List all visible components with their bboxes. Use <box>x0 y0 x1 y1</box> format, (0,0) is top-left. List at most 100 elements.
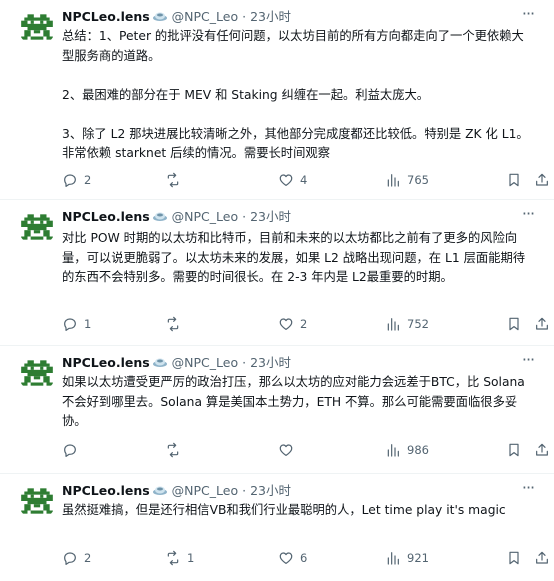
heart-icon <box>279 318 293 330</box>
tweet-text-content: 对比 POW 时期的以太坊和比特币，目前和未来的以太坊都比之前有了更多的风险向量… <box>62 231 526 284</box>
pixel-art-avatar-icon <box>18 482 56 520</box>
lens-emoji-icon <box>152 212 167 221</box>
retweet-icon <box>167 550 179 566</box>
more-icon[interactable]: ··· <box>518 480 538 500</box>
tweet-time[interactable]: 23小时 <box>250 355 291 370</box>
reply-count: 1 <box>84 317 92 331</box>
author-name[interactable]: NPCLeo.lens <box>62 355 150 370</box>
separator-dot: · <box>242 9 247 24</box>
views-count: 765 <box>407 173 429 187</box>
views-count: 921 <box>407 551 429 565</box>
views-count: 986 <box>407 443 429 457</box>
share-icon <box>536 173 548 186</box>
retweet-button[interactable] <box>165 170 187 190</box>
views-button[interactable]: 765 <box>385 170 429 190</box>
bookmark-button[interactable] <box>506 314 522 334</box>
reply-count: 2 <box>84 173 92 187</box>
bookmark-icon <box>509 551 519 565</box>
bookmark-icon <box>509 173 519 187</box>
tweet-time[interactable]: 23小时 <box>250 9 291 24</box>
like-button[interactable]: 6 <box>278 548 307 568</box>
tweet-header: NPCLeo.lens @NPC_Leo · 23小时 <box>62 482 520 500</box>
tweet-time[interactable]: 23小时 <box>250 483 291 498</box>
separator-dot: · <box>242 209 247 224</box>
retweet-button[interactable] <box>165 314 187 334</box>
views-icon <box>387 174 399 187</box>
like-button[interactable]: 4 <box>278 170 307 190</box>
more-icon[interactable]: ··· <box>518 352 538 372</box>
retweet-button[interactable]: 1 <box>165 548 194 568</box>
share-icon <box>536 551 548 564</box>
avatar[interactable] <box>18 354 56 392</box>
views-button[interactable]: 752 <box>385 314 429 334</box>
heart-icon <box>279 552 293 564</box>
share-button[interactable] <box>534 548 550 568</box>
tweet-text-content: 如果以太坊遭受更严厉的政治打压，那么以太坊的应对能力会远差于BTC，比 Sola… <box>62 375 529 428</box>
separator-dot: · <box>242 483 247 498</box>
author-handle[interactable]: @NPC_Leo <box>172 9 238 24</box>
tweet-text-content: 总结：1、Peter 的批评没有任何问题，以太坊目前的所有方向都走向了一个更依赖… <box>62 29 529 160</box>
tweet-header: NPCLeo.lens @NPC_Leo · 23小时 <box>62 354 520 372</box>
like-button[interactable]: 2 <box>278 314 307 334</box>
retweet-button[interactable] <box>165 440 187 460</box>
tweet[interactable]: NPCLeo.lens @NPC_Leo · 23小时 ··· 总结：1、Pet… <box>0 0 554 200</box>
tweet-actions: 2 1 6 921 <box>62 548 548 568</box>
tweet-header: NPCLeo.lens @NPC_Leo · 23小时 <box>62 8 520 26</box>
author-handle[interactable]: @NPC_Leo <box>172 209 238 224</box>
like-count: 6 <box>300 551 308 565</box>
tweet-text: 如果以太坊遭受更严厉的政治打压，那么以太坊的应对能力会远差于BTC，比 Sola… <box>62 373 536 432</box>
bookmark-button[interactable] <box>506 170 522 190</box>
tweet-text: 对比 POW 时期的以太坊和比特币，目前和未来的以太坊都比之前有了更多的风险向量… <box>62 229 536 288</box>
tweet-time[interactable]: 23小时 <box>250 209 291 224</box>
tweet-text: 虽然挺难搞，但是还行相信VB和我们行业最聪明的人，Let time play i… <box>62 501 536 521</box>
author-name[interactable]: NPCLeo.lens <box>62 483 150 498</box>
views-icon <box>387 318 399 331</box>
more-icon[interactable]: ··· <box>518 206 538 226</box>
share-button[interactable] <box>534 440 550 460</box>
reply-icon <box>64 444 76 457</box>
heart-icon <box>279 444 293 456</box>
retweet-icon <box>167 316 179 332</box>
reply-button[interactable]: 1 <box>62 314 91 334</box>
author-handle[interactable]: @NPC_Leo <box>172 483 238 498</box>
reply-button[interactable] <box>62 440 84 460</box>
bookmark-icon <box>509 317 519 331</box>
tweet-actions: 2 4 765 <box>62 170 548 190</box>
pixel-art-avatar-icon <box>18 208 56 246</box>
tweet-header: NPCLeo.lens @NPC_Leo · 23小时 <box>62 208 520 226</box>
bookmark-button[interactable] <box>506 440 522 460</box>
pixel-art-avatar-icon <box>18 8 56 46</box>
retweet-icon <box>167 442 179 458</box>
retweet-icon <box>167 172 179 188</box>
tweet-text: 总结：1、Peter 的批评没有任何问题，以太坊目前的所有方向都走向了一个更依赖… <box>62 27 536 164</box>
more-icon[interactable]: ··· <box>518 6 538 26</box>
tweet-text-content: 虽然挺难搞，但是还行相信VB和我们行业最聪明的人，Let time play i… <box>62 503 506 517</box>
views-button[interactable]: 921 <box>385 548 429 568</box>
like-count: 2 <box>300 317 308 331</box>
author-handle[interactable]: @NPC_Leo <box>172 355 238 370</box>
tweet[interactable]: NPCLeo.lens @NPC_Leo · 23小时 ··· 如果以太坊遭受更… <box>0 346 554 474</box>
author-name[interactable]: NPCLeo.lens <box>62 209 150 224</box>
author-name[interactable]: NPCLeo.lens <box>62 9 150 24</box>
views-icon <box>387 444 399 457</box>
avatar[interactable] <box>18 482 56 520</box>
share-icon <box>536 317 548 330</box>
avatar[interactable] <box>18 208 56 246</box>
reply-icon <box>64 174 76 187</box>
reply-button[interactable]: 2 <box>62 170 91 190</box>
reply-button[interactable]: 2 <box>62 548 91 568</box>
lens-emoji-icon <box>152 486 167 495</box>
retweet-count: 1 <box>187 551 195 565</box>
tweet[interactable]: NPCLeo.lens @NPC_Leo · 23小时 ··· 虽然挺难搞，但是… <box>0 474 554 581</box>
share-button[interactable] <box>534 170 550 190</box>
separator-dot: · <box>242 355 247 370</box>
bookmark-button[interactable] <box>506 548 522 568</box>
reply-icon <box>64 318 76 331</box>
views-button[interactable]: 986 <box>385 440 429 460</box>
reply-count: 2 <box>84 551 92 565</box>
avatar[interactable] <box>18 8 56 46</box>
reply-icon <box>64 552 76 565</box>
share-button[interactable] <box>534 314 550 334</box>
like-button[interactable] <box>278 440 300 460</box>
tweet[interactable]: NPCLeo.lens @NPC_Leo · 23小时 ··· 对比 POW 时… <box>0 200 554 346</box>
